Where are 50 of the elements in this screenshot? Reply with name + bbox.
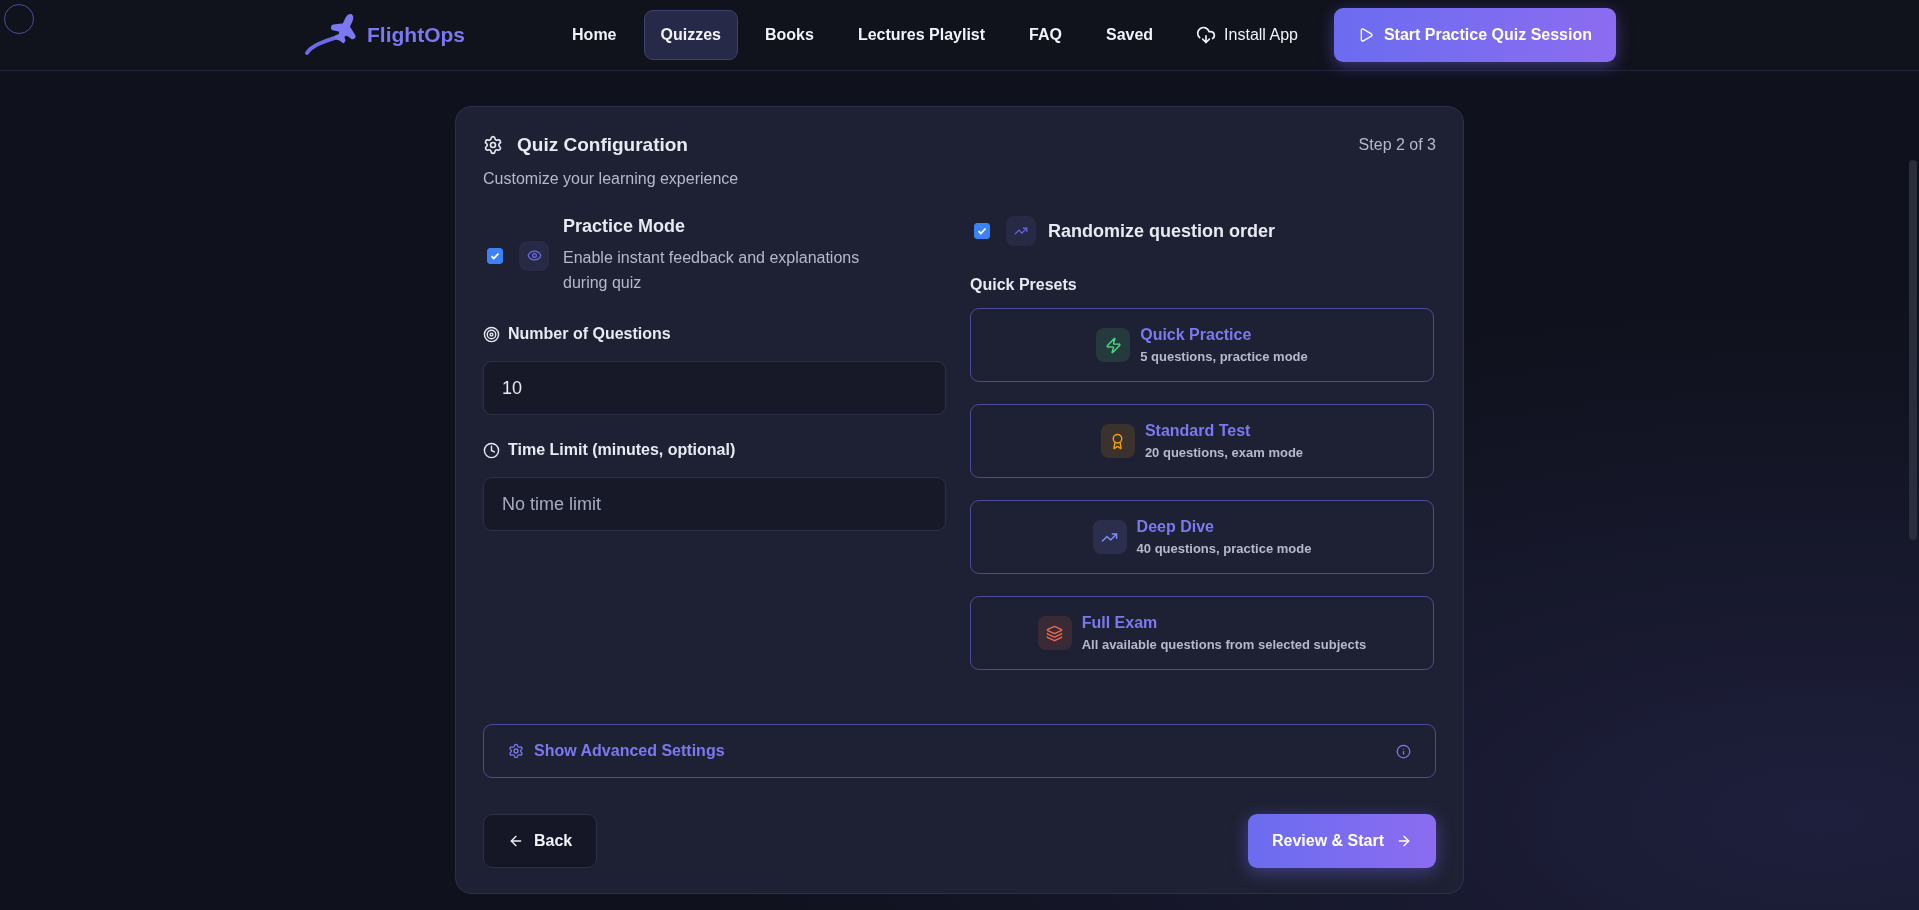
install-app-link[interactable]: Install App xyxy=(1180,10,1314,60)
preset-title: Standard Test xyxy=(1144,422,1252,440)
settings-icon xyxy=(483,135,503,155)
trending-up-icon xyxy=(1006,216,1036,246)
field-label: Number of Questions xyxy=(508,325,671,343)
nav-link[interactable]: Saved xyxy=(1088,10,1171,60)
questions-input[interactable]: 10 xyxy=(483,361,946,415)
scrollbar[interactable] xyxy=(1909,160,1917,540)
nav-link[interactable]: Quizzes xyxy=(643,10,738,60)
back-button[interactable]: Back xyxy=(483,814,598,868)
option-label: Practice Mode xyxy=(563,216,687,237)
option-description: Enable instant feedback and explanations during quiz xyxy=(563,248,861,293)
nav-link[interactable]: FAQ xyxy=(1012,10,1079,60)
preset-card[interactable]: Deep Dive 40 questions, practice mode xyxy=(970,500,1434,574)
nav-link[interactable]: Lectures Playlist xyxy=(840,10,1003,60)
arrow-left-icon xyxy=(508,833,524,849)
field-label: Time Limit (minutes, optional) xyxy=(508,441,736,459)
nav-link[interactable]: Books xyxy=(748,10,831,60)
section-heading: Quick Presets xyxy=(970,276,1078,294)
time-limit-input[interactable]: No time limit xyxy=(483,477,946,531)
cloud-download-icon xyxy=(1196,25,1217,45)
checkmark-icon xyxy=(490,250,500,261)
option-label: Randomize question order xyxy=(1048,220,1276,242)
eye-icon xyxy=(519,240,549,271)
preset-detail: 5 questions, practice mode xyxy=(1140,349,1308,364)
clock-icon xyxy=(483,441,500,459)
advanced-settings-button[interactable]: Show Advanced Settings xyxy=(483,724,1436,778)
review-start-button[interactable]: Review & Start xyxy=(1247,814,1436,868)
preset-card[interactable]: Quick Practice 5 questions, practice mode xyxy=(970,308,1434,382)
card-subtitle: Customize your learning experience xyxy=(483,170,740,188)
checkbox[interactable] xyxy=(974,223,990,239)
settings-icon xyxy=(508,743,524,759)
checkmark-icon xyxy=(977,226,987,236)
preset-card[interactable]: Standard Test 20 questions, exam mode xyxy=(970,404,1434,478)
preset-detail: All available questions from selected subjects xyxy=(1081,637,1367,652)
target-icon xyxy=(483,325,500,343)
start-quiz-button[interactable]: Start Practice Quiz Session xyxy=(1333,8,1616,62)
preset-detail: 40 questions, practice mode xyxy=(1136,541,1312,556)
preset-title: Full Exam xyxy=(1081,614,1159,632)
preset-detail: 20 questions, exam mode xyxy=(1144,445,1304,460)
nav-link[interactable]: Home xyxy=(555,10,634,60)
arrow-right-icon xyxy=(1396,833,1412,849)
preset-card[interactable]: Full Exam All available questions from selected subjects xyxy=(970,596,1434,670)
checkbox[interactable] xyxy=(487,247,503,264)
card-title: Quiz Configuration xyxy=(517,134,688,156)
preset-title: Quick Practice xyxy=(1140,326,1253,344)
preset-title: Deep Dive xyxy=(1136,518,1215,536)
brand-name: FlightOps xyxy=(367,23,465,47)
info-icon xyxy=(1396,743,1411,759)
step-indicator: Step 2 of 3 xyxy=(1358,136,1436,154)
